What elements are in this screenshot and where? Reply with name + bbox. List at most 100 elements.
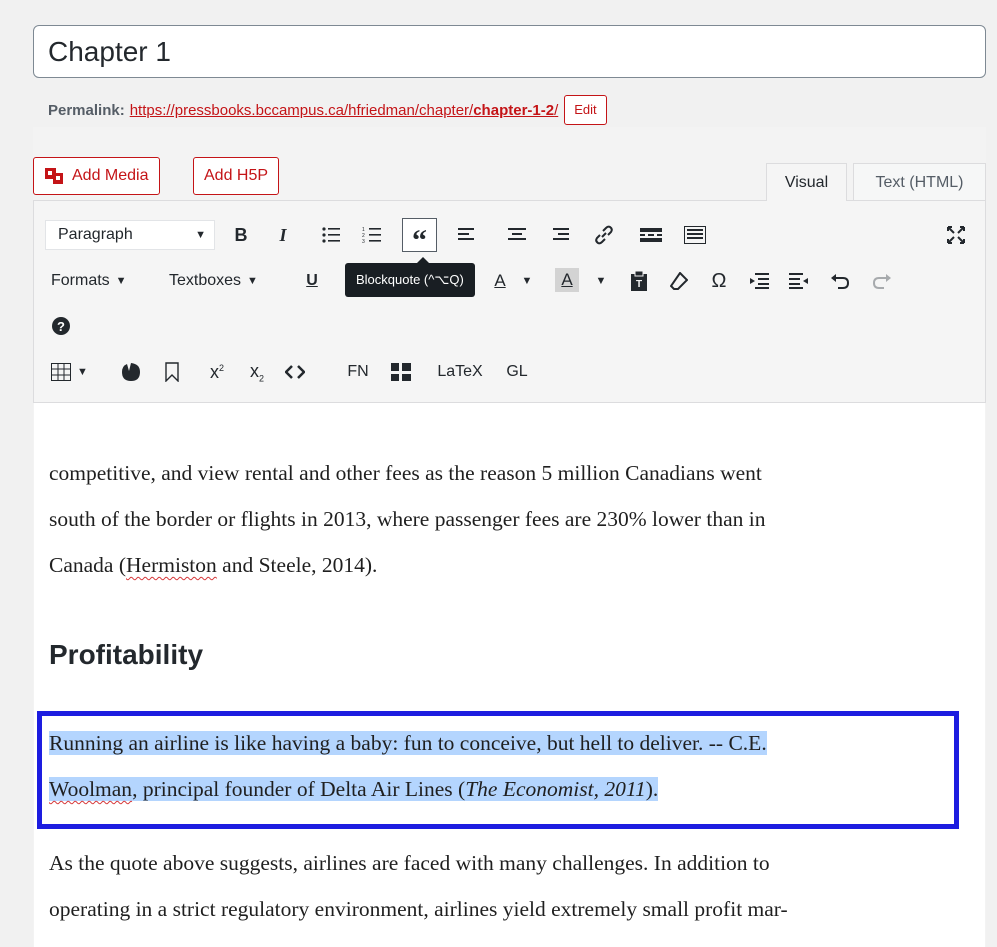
italic-button[interactable]: I [272, 220, 294, 250]
blockquote-icon: “ [412, 224, 427, 257]
tab-visual[interactable]: Visual [766, 163, 847, 201]
selected-quote-text[interactable]: Running an airline is like having a baby… [49, 720, 954, 812]
permalink-row: Permalink: https://pressbooks.bccampus.c… [48, 95, 607, 125]
paste-text-button[interactable]: T [627, 266, 651, 296]
blockquote-tooltip: Blockquote (^⌥Q) [345, 257, 475, 297]
chevron-down-icon: ▼ [195, 229, 206, 241]
code-icon [285, 365, 305, 379]
formats-label: Formats [51, 272, 110, 289]
toolbar-toggle-button[interactable] [682, 220, 708, 250]
fullscreen-button[interactable] [944, 220, 968, 250]
footnote-button[interactable]: FN [343, 357, 373, 387]
clipboard-icon: T [631, 271, 647, 291]
align-left-button[interactable] [455, 220, 479, 250]
add-h5p-button[interactable]: Add H5P [193, 157, 280, 195]
redo-button[interactable] [870, 266, 894, 296]
subscript-icon: x2 [249, 360, 264, 384]
paragraph-1-line: Canada (Hermiston and Steele, 2014). [49, 553, 378, 577]
align-right-button[interactable] [548, 220, 572, 250]
help-icon: ? [52, 317, 70, 335]
title-field[interactable]: Chapter 1 [33, 25, 986, 78]
add-h5p-label: Add H5P [204, 167, 269, 184]
align-center-button[interactable] [505, 220, 529, 250]
textboxes-label: Textboxes [169, 272, 242, 289]
read-more-icon [640, 228, 662, 242]
title-input[interactable]: Chapter 1 [48, 26, 171, 77]
background-color-icon: A [555, 268, 579, 292]
indent-button[interactable] [787, 266, 811, 296]
permalink-label: Permalink: [48, 101, 125, 119]
blockquote-button[interactable]: “ [402, 218, 437, 257]
latex-button[interactable]: LaTeX [432, 357, 488, 387]
align-right-icon [553, 228, 569, 240]
text-color-dropdown[interactable]: ▼ [519, 266, 535, 296]
paragraph-1-line: competitive, and view rental and other f… [49, 461, 762, 485]
svg-text:?: ? [57, 319, 65, 334]
grid-icon [391, 363, 411, 381]
insert-link-button[interactable] [592, 220, 616, 250]
tab-text-html[interactable]: Text (HTML) [853, 163, 986, 200]
chevron-down-icon: ▼ [115, 275, 127, 287]
keyboard-icon [684, 226, 706, 244]
undo-icon [831, 274, 850, 289]
anchor-button[interactable] [120, 357, 142, 387]
clear-formatting-button[interactable] [667, 266, 691, 296]
undo-button[interactable] [828, 266, 852, 296]
special-character-button[interactable]: Ω [707, 266, 731, 296]
svg-text:3: 3 [362, 239, 365, 244]
quote-line: Woolman, principal founder of Delta Air … [49, 777, 659, 801]
chevron-down-icon: ▼ [595, 275, 607, 287]
paint-icon [122, 363, 140, 381]
superscript-icon: x2 [209, 361, 224, 382]
table-dropdown[interactable]: ▼ [51, 357, 88, 387]
link-icon [595, 225, 613, 245]
bookmark-button[interactable] [161, 357, 183, 387]
outdent-button[interactable] [747, 266, 771, 296]
section-heading: Profitability [49, 639, 204, 670]
background-color-button[interactable]: A [552, 264, 582, 296]
outdent-icon [750, 273, 769, 289]
formats-dropdown[interactable]: Formats ▼ [51, 266, 127, 296]
paragraph-select[interactable]: Paragraph ▼ [45, 220, 215, 250]
read-more-button[interactable] [638, 220, 664, 250]
background-color-dropdown[interactable]: ▼ [593, 266, 609, 296]
indent-icon [789, 273, 808, 289]
bullet-list-icon [322, 227, 340, 243]
chevron-down-icon: ▼ [521, 275, 533, 287]
text-color-button[interactable]: A [485, 266, 515, 296]
table-icon [51, 363, 71, 381]
misspelled-word[interactable]: Woolman [49, 777, 132, 801]
help-button[interactable]: ? [50, 311, 72, 341]
chevron-down-icon: ▼ [247, 275, 258, 287]
paragraph-1: competitive, and view rental and other f… [49, 450, 969, 588]
add-media-label: Add Media [72, 167, 149, 184]
text-color-icon: A [494, 271, 506, 290]
glossary-button[interactable] [389, 357, 413, 387]
subscript-button[interactable]: x2 [245, 357, 269, 387]
permalink-edit-button[interactable]: Edit [564, 95, 607, 125]
quote-line: Running an airline is like having a baby… [49, 731, 767, 755]
align-left-icon [458, 228, 474, 240]
add-media-button[interactable]: Add Media [33, 157, 160, 195]
gl-button[interactable]: GL [502, 357, 532, 387]
misspelled-word[interactable]: Hermiston [126, 553, 217, 577]
align-center-icon [508, 228, 526, 240]
bold-button[interactable]: B [230, 220, 252, 250]
textboxes-dropdown[interactable]: Textboxes ▼ [169, 266, 258, 296]
media-icon [45, 168, 63, 184]
eraser-icon [670, 272, 688, 290]
redo-icon [872, 274, 891, 289]
chevron-down-icon: ▼ [77, 366, 88, 378]
permalink-link[interactable]: https://pressbooks.bccampus.ca/hfriedman… [130, 102, 559, 119]
editor-content[interactable]: competitive, and view rental and other f… [34, 403, 985, 947]
code-button[interactable] [284, 357, 306, 387]
underline-button[interactable]: U [303, 266, 321, 296]
paragraph-3: As the quote above suggests, airlines ar… [49, 840, 969, 932]
numbered-list-icon: 123 [362, 227, 381, 244]
fullscreen-icon [947, 226, 965, 244]
numbered-list-button[interactable]: 123 [359, 220, 385, 250]
paragraph-3-line: operating in a strict regulatory environ… [49, 897, 788, 921]
bullet-list-button[interactable] [318, 220, 344, 250]
superscript-button[interactable]: x2 [205, 357, 229, 387]
paragraph-1-line: south of the border or flights in 2013, … [49, 507, 766, 531]
